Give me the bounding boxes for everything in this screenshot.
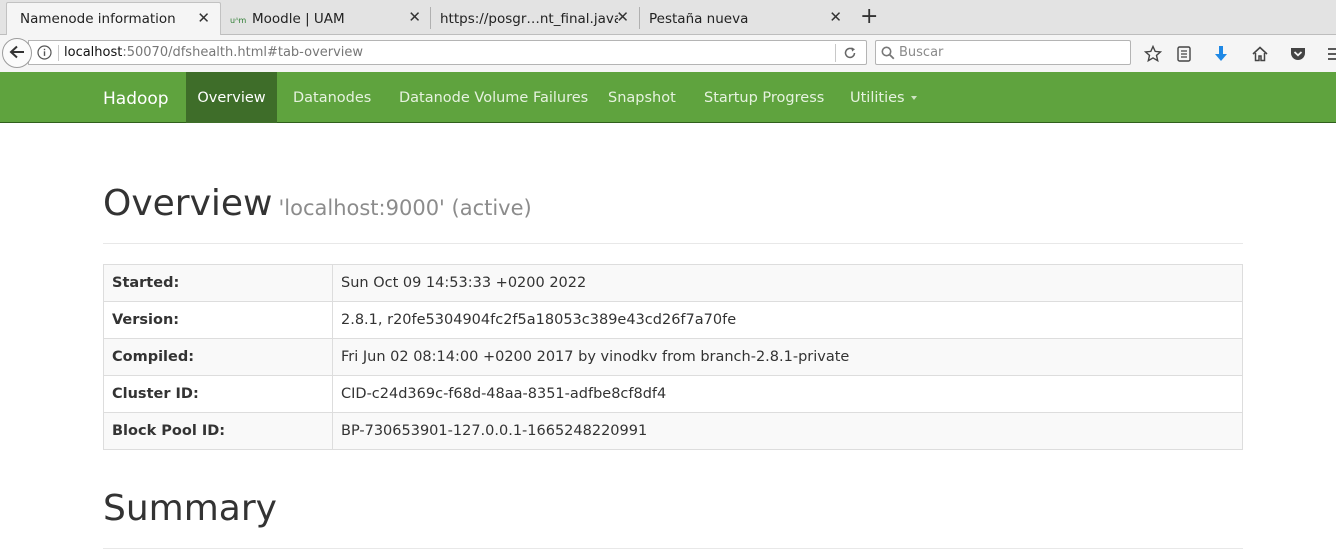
overview-header: Overview'localhost:9000' (active) [103,183,532,224]
back-arrow-icon [9,44,25,63]
row-label: Version: [103,301,333,339]
browser-toolbar: localhost:50070/dfshealth.html#tab-overv… [0,35,1336,73]
nav-datanodes[interactable]: Datanodes [278,72,386,123]
home-icon[interactable] [1250,44,1270,64]
uam-icon: uᴬm [230,13,248,25]
pocket-icon[interactable] [1288,44,1308,64]
row-label: Cluster ID: [103,375,333,413]
url-bar[interactable]: localhost:50070/dfshealth.html#tab-overv… [28,40,867,65]
overview-table: Started: Sun Oct 09 14:53:33 +0200 2022 … [103,264,1243,450]
new-tab-button[interactable]: + [860,6,878,28]
table-row: Cluster ID: CID-c24d369c-f68d-48aa-8351-… [103,375,1243,413]
reload-icon[interactable] [843,45,857,64]
reload-separator [835,44,836,62]
back-button[interactable] [2,38,32,68]
tab-title: Moodle | UAM [252,10,345,27]
info-icon[interactable] [37,45,52,60]
close-icon[interactable]: ✕ [197,11,210,26]
row-value: Fri Jun 02 08:14:00 +0200 2017 by vinodk… [332,338,1243,376]
nav-overview[interactable]: Overview [186,72,277,123]
table-row: Block Pool ID: BP-730653901-127.0.0.1-16… [103,412,1243,450]
browser-tab-strip: Namenode information ✕ uᴬm Moodle | UAM … [0,0,1336,35]
url-path: :50070/dfshealth.html#tab-overview [122,45,364,60]
close-icon[interactable]: ✕ [616,10,629,25]
bookmark-star-icon[interactable] [1143,44,1163,64]
close-icon[interactable]: ✕ [829,10,842,25]
row-label: Compiled: [103,338,333,376]
nav-startup-progress[interactable]: Startup Progress [689,72,839,123]
row-value: Sun Oct 09 14:53:33 +0200 2022 [332,264,1243,302]
brand-hadoop[interactable]: Hadoop [103,89,169,109]
tab-pestana-nueva[interactable]: Pestaña nueva ✕ [640,2,852,35]
hadoop-navbar: Hadoop Overview Datanodes Datanode Volum… [0,72,1336,123]
page-title: Overview [103,183,273,224]
url-host: localhost [64,45,123,60]
url-text[interactable]: localhost:50070/dfshealth.html#tab-overv… [64,45,363,60]
nav-utilities[interactable]: Utilities [835,72,932,123]
caret-down-icon [910,95,917,100]
row-label: Started: [103,264,333,302]
tab-namenode-information[interactable]: Namenode information ✕ [6,2,221,35]
search-placeholder: Buscar [899,45,944,60]
search-bar[interactable]: Buscar [875,40,1131,65]
table-row: Started: Sun Oct 09 14:53:33 +0200 2022 [103,264,1243,302]
tab-title: Pestaña nueva [649,10,749,27]
divider [103,243,1243,244]
tab-java-file[interactable]: https://posgr…nt_final.java ✕ [431,2,639,35]
nav-datanode-volume-failures[interactable]: Datanode Volume Failures [384,72,603,123]
url-separator [58,45,59,61]
nav-utilities-label: Utilities [850,89,905,106]
svg-text:uᴬm: uᴬm [230,16,247,25]
row-value: 2.8.1, r20fe5304904fc2f5a18053c389e43cd2… [332,301,1243,339]
row-value: CID-c24d369c-f68d-48aa-8351-adfbe8cf8df4 [332,375,1243,413]
search-icon [881,45,895,64]
row-label: Block Pool ID: [103,412,333,450]
page-subtitle: 'localhost:9000' (active) [278,196,532,220]
tab-title: Namenode information [20,11,176,27]
row-value: BP-730653901-127.0.0.1-1665248220991 [332,412,1243,450]
tab-moodle-uam[interactable]: uᴬm Moodle | UAM ✕ [225,2,431,35]
download-icon[interactable] [1211,44,1231,64]
reading-list-icon[interactable] [1174,44,1194,64]
table-row: Version: 2.8.1, r20fe5304904fc2f5a18053c… [103,301,1243,339]
menu-icon[interactable] [1326,44,1336,64]
summary-title: Summary [103,488,277,529]
close-icon[interactable]: ✕ [408,10,421,25]
divider [103,548,1243,549]
nav-snapshot[interactable]: Snapshot [593,72,691,123]
table-row: Compiled: Fri Jun 02 08:14:00 +0200 2017… [103,338,1243,376]
tab-title: https://posgr…nt_final.java [440,10,618,27]
